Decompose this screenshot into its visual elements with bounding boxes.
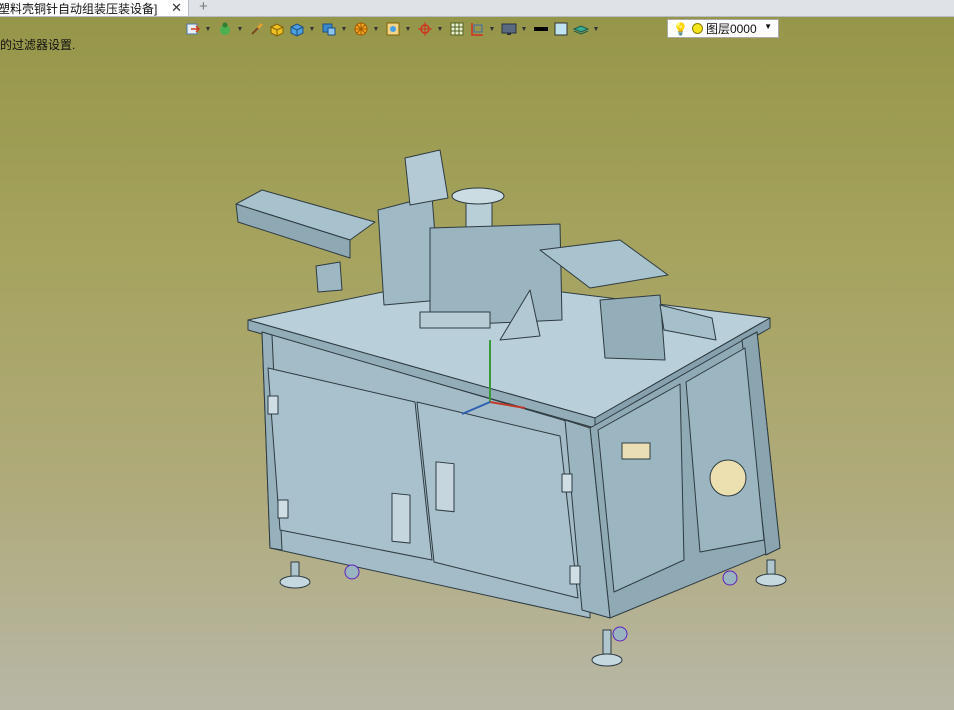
door-hinge: [277, 499, 289, 519]
control-switch: [621, 442, 651, 460]
door-handle: [435, 461, 455, 513]
chevron-down-icon[interactable]: ▼: [308, 20, 316, 38]
chevron-down-icon[interactable]: ▼: [236, 20, 244, 38]
center-frame: [429, 223, 563, 327]
caster-wheel: [344, 564, 360, 580]
view-cube-icon[interactable]: [288, 20, 306, 38]
chevron-down-icon[interactable]: ▼: [520, 20, 528, 38]
layer-name: 图层0000: [705, 22, 757, 36]
coordinate-icon[interactable]: [416, 20, 434, 38]
leveling-foot: [279, 561, 311, 589]
motor-block: [315, 261, 343, 293]
layer-color-icon: [691, 23, 703, 34]
color-swatch-icon[interactable]: [552, 20, 570, 38]
chevron-down-icon[interactable]: ▼: [764, 22, 772, 31]
leveling-foot: [755, 559, 787, 587]
chevron-down-icon[interactable]: ▼: [340, 20, 348, 38]
monitor-icon[interactable]: [500, 20, 518, 38]
render-wheel-icon[interactable]: [352, 20, 370, 38]
door-hinge: [561, 473, 573, 493]
door-handle: [391, 492, 411, 544]
frame-icon[interactable]: [468, 20, 486, 38]
material-icon[interactable]: [216, 20, 234, 38]
door-hinge: [569, 565, 581, 585]
chevron-down-icon[interactable]: ▼: [436, 20, 444, 38]
chevron-down-icon[interactable]: ▼: [404, 20, 412, 38]
paint-brush-icon[interactable]: [248, 20, 266, 38]
cable-port: [709, 459, 747, 497]
lightbulb-icon[interactable]: 💡: [673, 22, 688, 36]
caster-wheel: [612, 626, 628, 642]
chevron-down-icon[interactable]: ▼: [204, 20, 212, 38]
door-hinge: [267, 395, 279, 415]
snap-icon[interactable]: [384, 20, 402, 38]
right-station: [599, 294, 666, 361]
3d-viewport[interactable]: [0, 40, 954, 710]
caster-wheel: [722, 570, 738, 586]
document-tab[interactable]: 塑料壳铜针自动组装压装设备] ✕: [0, 0, 189, 16]
solid-box-icon[interactable]: [268, 20, 286, 38]
view-layout-icon[interactable]: [320, 20, 338, 38]
press-flange: [451, 187, 505, 205]
chevron-down-icon[interactable]: ▼: [372, 20, 380, 38]
layer-dropdown[interactable]: 💡 图层0000 ▼: [667, 19, 779, 38]
fixture-plate: [419, 311, 491, 329]
tab-bar: 塑料壳铜针自动组装压装设备] ✕ +: [0, 0, 954, 17]
new-tab-icon[interactable]: +: [199, 0, 208, 15]
chevron-down-icon[interactable]: ▼: [592, 20, 600, 38]
grid-icon[interactable]: [448, 20, 466, 38]
chevron-down-icon[interactable]: ▼: [488, 20, 496, 38]
cylinder-block: [404, 149, 449, 206]
document-tab-title: 塑料壳铜针自动组装压装设备]: [0, 1, 158, 16]
close-icon[interactable]: ✕: [171, 0, 182, 16]
layer-stack-icon[interactable]: [572, 20, 590, 38]
line-weight-icon[interactable]: [532, 20, 550, 38]
import-icon[interactable]: [184, 20, 202, 38]
